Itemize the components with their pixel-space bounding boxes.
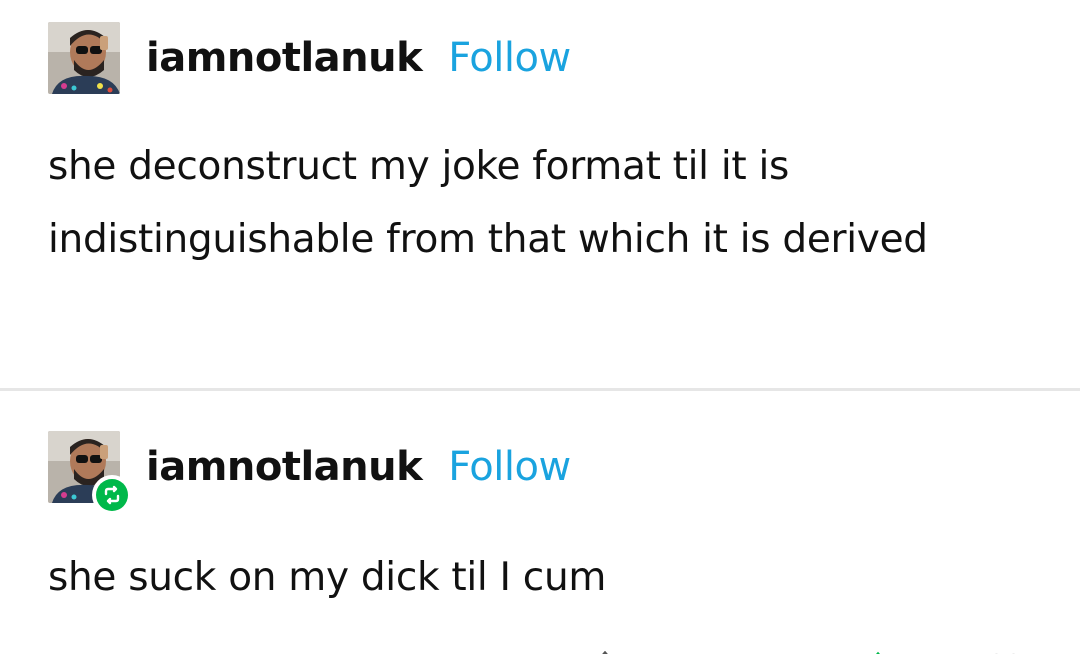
like-icon[interactable]: [985, 646, 1025, 654]
username[interactable]: iamnotlanuk: [146, 35, 423, 81]
follow-button[interactable]: Follow: [448, 35, 571, 81]
reply-icon[interactable]: [718, 646, 748, 654]
post-body-text: she suck on my dick til I cum: [48, 555, 607, 600]
post-actions-bar: [0, 640, 1080, 654]
post-body-text: she deconstruct my joke format til it is…: [48, 144, 928, 262]
username[interactable]: iamnotlanuk: [146, 444, 423, 490]
reblog-badge: [92, 475, 132, 515]
reblog-icon: [104, 485, 120, 505]
avatar[interactable]: [48, 22, 120, 94]
reblog-icon[interactable]: [870, 646, 886, 654]
user-avatar-icon: [48, 22, 120, 94]
reblog-badge-inner: [96, 479, 128, 511]
post: iamnotlanuk Follow she deconstruct my jo…: [0, 0, 1080, 388]
post-header: iamnotlanuk Follow: [48, 431, 571, 515]
share-icon[interactable]: [596, 646, 614, 654]
post: iamnotlanuk Follow she suck on my dick t…: [0, 391, 1080, 654]
avatar[interactable]: [48, 431, 132, 515]
follow-button[interactable]: Follow: [448, 444, 571, 490]
post-header: iamnotlanuk Follow: [48, 22, 571, 94]
